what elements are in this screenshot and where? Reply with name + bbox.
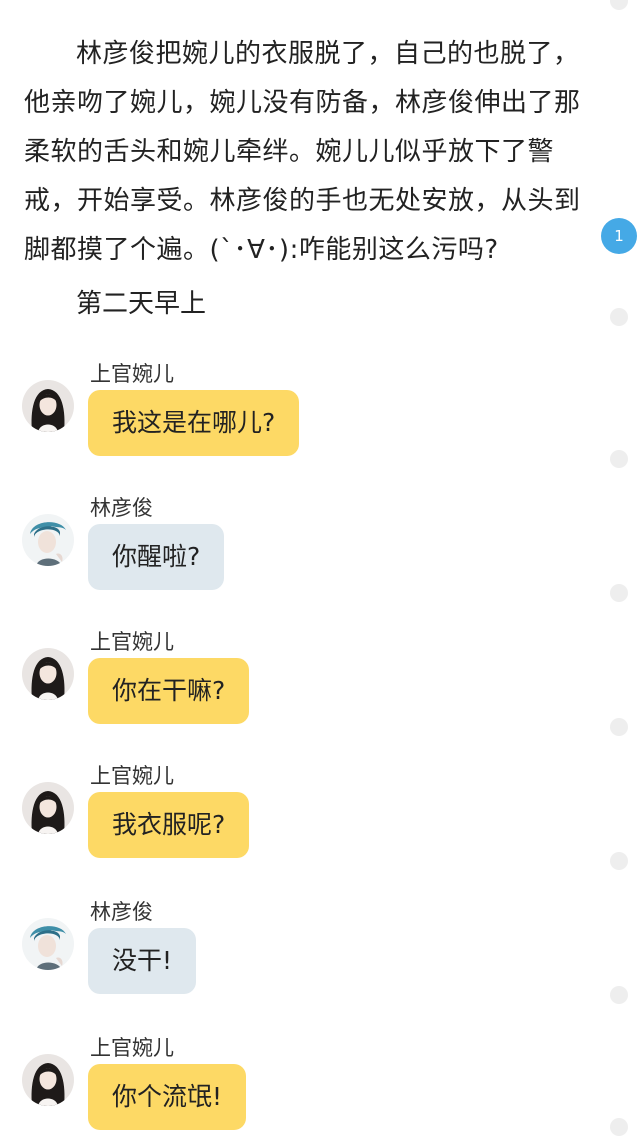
boy-avatar[interactable] [22,918,74,970]
comment-dot[interactable] [610,308,628,326]
comment-dot[interactable] [610,0,628,10]
comment-dot[interactable] [610,852,628,870]
sender-name: 林彦俊 [90,900,153,924]
girl-avatar[interactable] [22,1054,74,1106]
sender-name: 上官婉儿 [90,362,174,386]
girl-avatar[interactable] [22,648,74,700]
message-bubble[interactable]: 我这是在哪儿? [88,390,300,456]
sender-name: 上官婉儿 [90,630,174,654]
message-bubble[interactable]: 你在干嘛? [88,658,250,724]
narration-paragraph: 林彦俊把婉儿的衣服脱了，自己的也脱了，他亲吻了婉儿，婉儿没有防备，林彦俊伸出了那… [24,39,581,265]
comment-dot[interactable] [610,450,628,468]
boy-avatar[interactable] [22,514,74,566]
message-bubble[interactable]: 我衣服呢? [88,792,250,858]
sender-name: 上官婉儿 [90,764,174,788]
message-bubble[interactable]: 你醒啦? [88,524,225,590]
girl-avatar[interactable] [22,782,74,834]
comment-dot[interactable] [610,584,628,602]
message-bubble[interactable]: 没干! [88,928,197,994]
comment-dot[interactable] [610,986,628,1004]
sender-name: 林彦俊 [90,496,153,520]
story-page: 林彦俊把婉儿的衣服脱了，自己的也脱了，他亲吻了婉儿，婉儿没有防备，林彦俊伸出了那… [0,0,640,1138]
girl-avatar[interactable] [22,380,74,432]
comment-dot[interactable] [610,718,628,736]
comment-count-badge[interactable]: 1 [601,218,637,254]
sender-name: 上官婉儿 [90,1036,174,1060]
comment-dot[interactable] [610,1118,628,1136]
scene-title: 第二天早上 [76,289,207,319]
message-bubble[interactable]: 你个流氓! [88,1064,247,1130]
